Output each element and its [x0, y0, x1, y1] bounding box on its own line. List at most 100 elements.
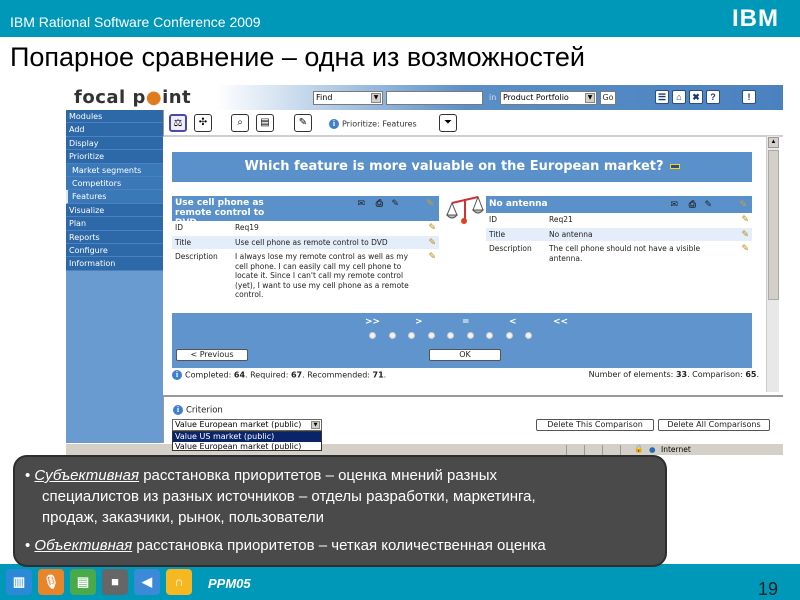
edit-icon[interactable]: ✎ [741, 230, 749, 240]
much-better-label: >> [365, 317, 381, 327]
chevron-down-icon[interactable]: ▼ [371, 93, 381, 103]
criterion-option-europe[interactable]: Value European market (public) [173, 442, 321, 452]
tools-icon[interactable]: ✖ [689, 90, 703, 104]
find-select[interactable]: Find ▼ [313, 91, 383, 105]
ok-button[interactable]: OK [429, 349, 501, 361]
criterion-option-us[interactable]: Value US market (public) [173, 432, 321, 442]
comparison-question: Which feature is more valuable on the Eu… [172, 152, 752, 182]
sidebar-item-modules[interactable]: Modules [66, 110, 163, 124]
stat-label: Required: [250, 370, 289, 380]
app-header: focal p●int Find ▼ in Product Portfolio ▼ … [66, 85, 783, 110]
sidebar-item-configure[interactable]: Configure [66, 243, 163, 258]
email-icon[interactable]: ✉ [670, 199, 678, 212]
logo-dot: ● [145, 87, 163, 108]
edit-icon[interactable]: ✎ [741, 244, 749, 254]
comparison-radio[interactable] [505, 332, 513, 339]
ibm-logo: IBM [732, 6, 790, 32]
lock-icon: 🔒 [634, 444, 644, 453]
status-cell [566, 445, 583, 455]
sidebar-item-display[interactable]: Display [66, 136, 163, 151]
sidebar-item-market-segments[interactable]: Market segments [66, 163, 163, 177]
sidebar-item-reports[interactable]: Reports [66, 230, 163, 244]
comparison-radio[interactable] [427, 332, 435, 339]
row-value: The cell phone should not have a visible… [549, 244, 701, 263]
email-icon[interactable]: ✉ [357, 199, 365, 209]
stat-label: Completed: [185, 370, 232, 380]
comparison-radio[interactable] [369, 332, 376, 339]
note-icon[interactable]: ✎ [704, 199, 712, 212]
list-icon[interactable]: ☰ [655, 90, 669, 104]
note-text: расстановка приоритетов – оценка мнений … [139, 467, 497, 484]
criterion-select[interactable]: Value European market (public) ▼ [172, 419, 322, 431]
notes-box: • Субъективная расстановка приоритетов –… [13, 455, 667, 567]
comparison-radio[interactable] [486, 332, 493, 339]
row-value: Req21 [549, 215, 573, 224]
help-icon[interactable]: ? [706, 90, 720, 104]
scroll-up-icon[interactable]: ▲ [768, 137, 779, 148]
conference-title: IBM Rational Software Conference 2009 [10, 14, 261, 30]
comparison-radio[interactable] [525, 332, 532, 339]
edit-icon[interactable]: ✎ [428, 252, 436, 262]
print-icon[interactable]: ⎙ [689, 199, 696, 212]
recommended-count: 71 [372, 370, 384, 380]
note-emphasis: Объективная [34, 537, 133, 554]
edit-icon[interactable]: ✎ [739, 199, 747, 212]
table-icon[interactable]: ▤ [256, 114, 274, 132]
edit-icon[interactable]: ✎ [741, 215, 749, 225]
vertical-scrollbar[interactable]: ▲ [766, 136, 779, 392]
filter-icon[interactable]: ⏷ [439, 114, 457, 132]
go-button[interactable]: Go [600, 91, 616, 105]
row-value: Req19 [235, 223, 259, 232]
comparison-radio[interactable] [408, 332, 415, 339]
sidebar-item-add[interactable]: Add [66, 123, 163, 137]
edit-icon[interactable]: ✎ [426, 199, 434, 209]
balance-scale-icon [445, 195, 484, 224]
search-input[interactable] [386, 91, 483, 105]
speaker-icon: ◀ [134, 569, 160, 595]
better-label: > [415, 317, 423, 327]
note-item: • Объективная расстановка приоритетов – … [25, 537, 546, 554]
sidebar-item-competitors[interactable]: Competitors [66, 176, 163, 191]
sidebar-item-features[interactable]: Features [66, 190, 163, 204]
home-icon[interactable]: ⌂ [672, 90, 686, 104]
feature-row-title: Title No antenna ✎ [486, 227, 752, 242]
info-icon: i [173, 405, 183, 415]
delete-all-comparisons-button[interactable]: Delete All Comparisons [658, 419, 770, 431]
scope-select[interactable]: Product Portfolio ▼ [500, 91, 597, 105]
edit-icon[interactable]: ✎ [294, 114, 312, 132]
compare-scale-icon[interactable]: ⚖ [169, 114, 187, 132]
toolbar: ⚖ ✣ ⌕ ▤ ✎ i Prioritize: Features ⏷ [163, 110, 783, 137]
chevron-down-icon[interactable]: ▼ [311, 421, 320, 429]
row-key: Title [489, 229, 506, 239]
required-count: 67 [290, 370, 303, 380]
note-text: специалистов из разных источников – отде… [42, 488, 536, 505]
sidebar-item-information[interactable]: Information [66, 257, 163, 271]
previous-button[interactable]: < Previous [176, 349, 248, 361]
slide-title: Попарное сравнение – одна из возможносте… [10, 42, 585, 72]
sidebar-item-visualize[interactable]: Visualize [66, 203, 163, 218]
focalpoint-logo: focal p●int [74, 87, 191, 108]
logo-part: focal p [74, 87, 146, 108]
scrollbar-thumb[interactable] [768, 150, 779, 300]
print-icon[interactable]: ⎙ [376, 199, 383, 209]
note-icon[interactable]: ✎ [391, 199, 399, 209]
sidebar-item-prioritize[interactable]: Prioritize [66, 150, 163, 164]
network-icon[interactable]: ✣ [194, 114, 212, 132]
question-text: Which feature is more valuable on the Eu… [244, 159, 664, 174]
binoculars-icon[interactable]: ⌕ [231, 114, 249, 132]
chevron-down-icon[interactable]: ▼ [585, 93, 595, 103]
row-key: Title [175, 237, 192, 247]
delete-this-comparison-button[interactable]: Delete This Comparison [536, 419, 654, 431]
edit-icon[interactable]: ✎ [428, 238, 436, 248]
logout-icon[interactable]: ! [742, 90, 756, 104]
feature-row-id: ID Req21 ✎ [486, 213, 752, 228]
edit-icon[interactable]: ✎ [428, 223, 436, 233]
stat-label: Number of elements: [588, 370, 674, 379]
comparison-radio[interactable] [466, 332, 474, 339]
much-worse-label: << [553, 317, 569, 327]
sidebar-item-plan[interactable]: Plan [66, 217, 163, 231]
sidebar-nav: Modules Add Display Prioritize Market se… [66, 110, 163, 464]
comparison-radio[interactable] [388, 332, 396, 339]
comparison-radio[interactable] [447, 332, 454, 339]
logo-part: int [162, 87, 192, 108]
